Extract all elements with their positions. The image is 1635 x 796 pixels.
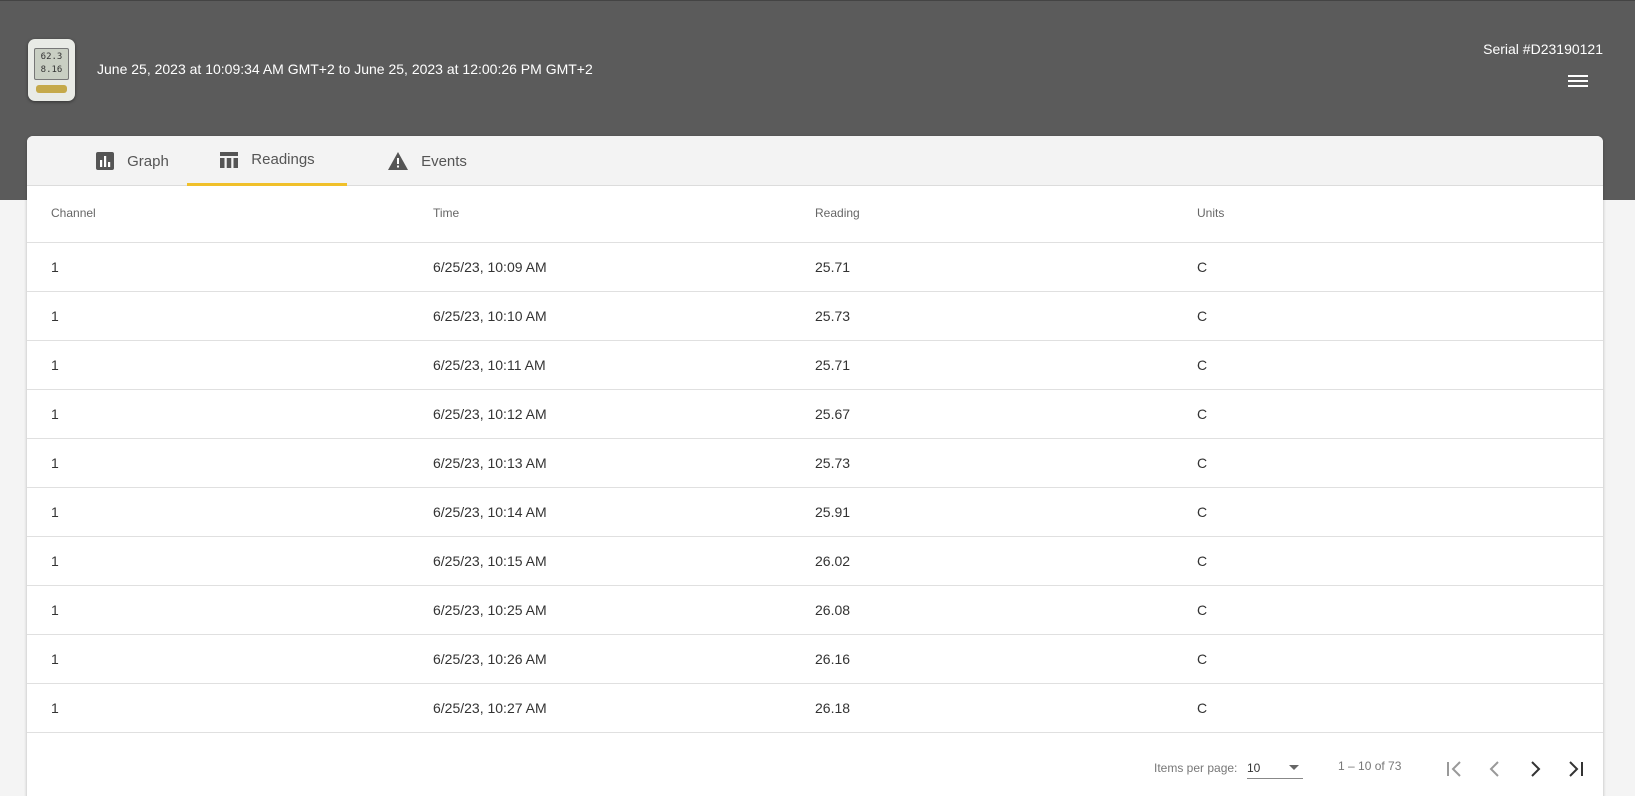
cell-channel: 1 <box>51 700 59 716</box>
cell-channel: 1 <box>51 504 59 520</box>
tab-events[interactable]: Events <box>347 136 507 186</box>
hamburger-menu-icon[interactable] <box>1566 72 1590 90</box>
table-row: 1 6/25/23, 10:25 AM 26.08 C <box>27 586 1603 635</box>
chevron-right-icon <box>1531 761 1541 777</box>
cell-reading: 25.71 <box>815 259 851 275</box>
table-row: 1 6/25/23, 10:10 AM 25.73 C <box>27 292 1603 341</box>
device-logo: 62.3 8.16 <box>28 39 75 101</box>
column-header-reading[interactable]: Reading <box>815 206 860 220</box>
cell-reading: 26.08 <box>815 602 851 618</box>
bar-chart-icon <box>96 152 115 170</box>
cell-units: C <box>1197 455 1208 471</box>
cell-reading: 25.73 <box>815 455 851 471</box>
cell-units: C <box>1197 357 1208 373</box>
tab-readings-label: Readings <box>251 151 315 168</box>
items-per-page-value: 10 <box>1247 761 1261 775</box>
first-page-button[interactable] <box>1441 755 1469 783</box>
last-page-button[interactable] <box>1561 755 1589 783</box>
first-page-icon <box>1447 761 1461 777</box>
cell-time: 6/25/23, 10:25 AM <box>433 602 547 618</box>
cell-channel: 1 <box>51 553 59 569</box>
column-header-channel[interactable]: Channel <box>51 206 96 220</box>
cell-units: C <box>1197 259 1208 275</box>
table-row: 1 6/25/23, 10:11 AM 25.71 C <box>27 341 1603 390</box>
date-range: June 25, 2023 at 10:09:34 AM GMT+2 to Ju… <box>97 61 593 77</box>
table-row: 1 6/25/23, 10:13 AM 25.73 C <box>27 439 1603 488</box>
cell-reading: 25.67 <box>815 406 851 422</box>
device-buttons <box>36 85 67 93</box>
items-per-page-label: Items per page: <box>1154 761 1238 775</box>
tab-bar: Graph Readings Events <box>27 136 1603 186</box>
cell-reading: 25.73 <box>815 308 851 324</box>
cell-channel: 1 <box>51 406 59 422</box>
page-range-label: 1 – 10 of 73 <box>1338 759 1402 773</box>
cell-units: C <box>1197 406 1208 422</box>
table-row: 1 6/25/23, 10:26 AM 26.16 C <box>27 635 1603 684</box>
cell-time: 6/25/23, 10:11 AM <box>433 357 546 373</box>
column-header-time[interactable]: Time <box>433 206 459 220</box>
cell-reading: 26.16 <box>815 651 851 667</box>
cell-units: C <box>1197 602 1208 618</box>
next-page-button[interactable] <box>1521 755 1549 783</box>
tab-events-label: Events <box>421 152 467 170</box>
cell-reading: 26.02 <box>815 553 851 569</box>
chevron-left-icon <box>1489 761 1499 777</box>
table-row: 1 6/25/23, 10:09 AM 25.71 C <box>27 243 1603 292</box>
table-icon <box>220 151 239 168</box>
device-reading-2: 8.16 <box>40 65 63 75</box>
items-per-page-select[interactable]: 10 <box>1247 757 1303 779</box>
serial-number: Serial #D23190121 <box>1483 41 1603 57</box>
table-row: 1 6/25/23, 10:14 AM 25.91 C <box>27 488 1603 537</box>
chevron-down-icon <box>1289 765 1299 770</box>
table-header: Channel Time Reading Units <box>27 186 1603 243</box>
cell-time: 6/25/23, 10:15 AM <box>433 553 547 569</box>
cell-time: 6/25/23, 10:14 AM <box>433 504 547 520</box>
cell-channel: 1 <box>51 602 59 618</box>
cell-units: C <box>1197 700 1208 716</box>
readings-card: Graph Readings Events Channel Time Readi… <box>27 136 1603 796</box>
last-page-icon <box>1569 761 1583 777</box>
device-reading-1: 62.3 <box>40 52 63 62</box>
cell-time: 6/25/23, 10:13 AM <box>433 455 547 471</box>
cell-time: 6/25/23, 10:09 AM <box>433 259 547 275</box>
cell-time: 6/25/23, 10:27 AM <box>433 700 547 716</box>
tab-readings[interactable]: Readings <box>187 136 347 186</box>
previous-page-button[interactable] <box>1481 755 1509 783</box>
cell-channel: 1 <box>51 259 59 275</box>
cell-reading: 25.91 <box>815 504 851 520</box>
cell-reading: 26.18 <box>815 700 851 716</box>
warning-icon <box>388 152 409 170</box>
cell-channel: 1 <box>51 651 59 667</box>
table-row: 1 6/25/23, 10:12 AM 25.67 C <box>27 390 1603 439</box>
tab-graph-label: Graph <box>127 152 169 170</box>
table-row: 1 6/25/23, 10:27 AM 26.18 C <box>27 684 1603 733</box>
cell-units: C <box>1197 651 1208 667</box>
paginator: Items per page: 10 1 – 10 of 73 <box>27 733 1603 793</box>
cell-channel: 1 <box>51 308 59 324</box>
table-row: 1 6/25/23, 10:15 AM 26.02 C <box>27 537 1603 586</box>
cell-units: C <box>1197 504 1208 520</box>
cell-reading: 25.71 <box>815 357 851 373</box>
column-header-units[interactable]: Units <box>1197 206 1224 220</box>
cell-units: C <box>1197 308 1208 324</box>
cell-channel: 1 <box>51 357 59 373</box>
cell-time: 6/25/23, 10:12 AM <box>433 406 547 422</box>
cell-channel: 1 <box>51 455 59 471</box>
device-screen: 62.3 8.16 <box>34 48 69 80</box>
cell-time: 6/25/23, 10:10 AM <box>433 308 547 324</box>
cell-units: C <box>1197 553 1208 569</box>
cell-time: 6/25/23, 10:26 AM <box>433 651 547 667</box>
